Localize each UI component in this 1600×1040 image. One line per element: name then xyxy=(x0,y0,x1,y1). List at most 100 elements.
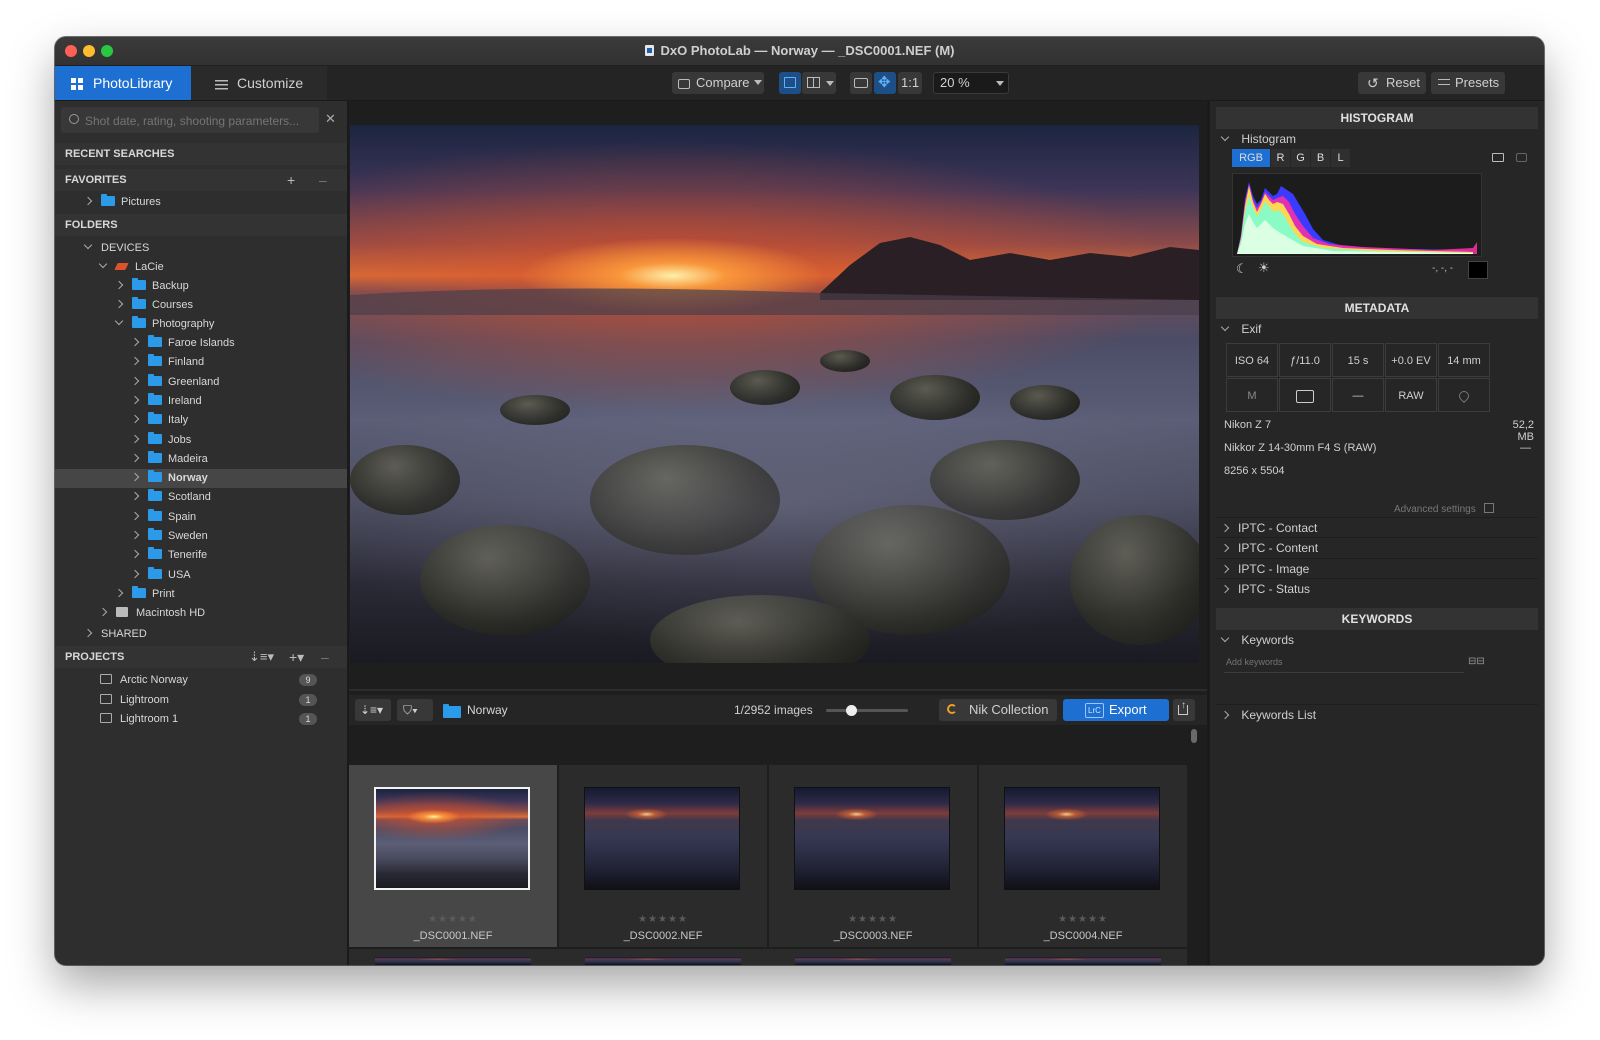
tree-courses[interactable]: Courses xyxy=(114,296,193,314)
highlight-clipping-icon[interactable]: ☀ xyxy=(1258,260,1270,276)
split-view-button[interactable] xyxy=(802,72,836,94)
tree-folder-italy[interactable]: Italy xyxy=(130,411,188,429)
tree-folder-norway[interactable]: Norway xyxy=(130,469,208,487)
reset-button[interactable]: ↺ Reset xyxy=(1358,72,1426,94)
histogram-subheader[interactable]: Histogram xyxy=(1216,129,1538,149)
thumbnail-size-slider[interactable] xyxy=(826,705,908,716)
keywords-subheader[interactable]: Keywords xyxy=(1216,630,1538,650)
compare-button[interactable]: Compare xyxy=(672,72,764,94)
thumbnail-image[interactable] xyxy=(794,787,950,890)
channel-button-r[interactable]: R xyxy=(1271,149,1290,167)
fit-screen-button[interactable] xyxy=(850,72,872,94)
rating-stars[interactable]: ★★★★★ xyxy=(979,914,1187,925)
search-input[interactable] xyxy=(83,111,317,131)
channel-button-g[interactable]: G xyxy=(1291,149,1310,167)
tree-folder-usa[interactable]: USA xyxy=(130,566,191,584)
thumbnail-image[interactable] xyxy=(795,957,951,965)
channel-button-l[interactable]: L xyxy=(1331,149,1350,167)
channel-button-rgb[interactable]: RGB xyxy=(1232,149,1270,167)
iptc-section-content[interactable]: IPTC - Content xyxy=(1216,537,1538,558)
add-keywords-input[interactable] xyxy=(1224,652,1464,673)
thumbnail-image[interactable] xyxy=(374,787,530,890)
filter-button[interactable]: ⛉▾ xyxy=(397,699,433,721)
thumbnail-image[interactable] xyxy=(1005,957,1161,965)
tree-shared[interactable]: SHARED xyxy=(83,625,147,643)
keywords-header[interactable]: KEYWORDS xyxy=(1216,608,1538,630)
nik-collection-button[interactable]: Nik Collection xyxy=(939,699,1057,721)
tree-print[interactable]: Print xyxy=(114,585,175,603)
tree-backup[interactable]: Backup xyxy=(114,277,189,295)
remove-project-icon[interactable]: – xyxy=(321,646,329,668)
thumbnail-filename: _DSC0003.NEF xyxy=(833,930,913,942)
tree-folder-tenerife[interactable]: Tenerife xyxy=(130,546,207,564)
rating-stars[interactable]: ★★★★★ xyxy=(769,914,977,925)
tree-folder-greenland[interactable]: Greenland xyxy=(130,373,219,391)
move-tool-button[interactable]: ✥ xyxy=(874,72,896,94)
search-box[interactable] xyxy=(61,107,319,133)
clear-search-icon[interactable]: ✕ xyxy=(325,111,336,127)
channel-button-b[interactable]: B xyxy=(1311,149,1330,167)
thumbnail-image[interactable] xyxy=(584,787,740,890)
presets-button[interactable]: Presets xyxy=(1431,72,1505,94)
iptc-section-image[interactable]: IPTC - Image xyxy=(1216,557,1538,579)
tree-devices[interactable]: DEVICES xyxy=(83,239,149,257)
sort-button[interactable]: ⇣≡▾ xyxy=(355,699,391,721)
thumbnail-cell[interactable]: ★★★★★ _DSC0002.NEF xyxy=(559,765,767,947)
thumbnail-image[interactable] xyxy=(1004,787,1160,890)
thumbnail-cell[interactable]: ★★★★★ _DSC0004.NEF xyxy=(979,765,1187,947)
one-to-one-button[interactable]: 1:1 xyxy=(898,72,922,94)
exif-subheader[interactable]: Exif xyxy=(1216,319,1538,339)
rating-stars[interactable]: ★★★★★ xyxy=(349,914,557,925)
zoom-select[interactable]: 20 % xyxy=(933,72,1009,94)
projects-header[interactable]: PROJECTS ⇣≡▾ +▾ – xyxy=(55,646,347,668)
filmstrip-scrollbar[interactable] xyxy=(1191,729,1197,743)
folders-header[interactable]: FOLDERS xyxy=(55,214,347,236)
remove-favorite-icon[interactable]: – xyxy=(319,169,327,191)
monitor-icon[interactable] xyxy=(1492,153,1504,162)
tree-folder-ireland[interactable]: Ireland xyxy=(130,392,202,410)
thumbnail-image[interactable] xyxy=(375,957,531,965)
tree-lacie[interactable]: LaCie xyxy=(98,258,164,276)
rating-stars[interactable]: ★★★★★ xyxy=(559,914,767,925)
tree-folder-jobs[interactable]: Jobs xyxy=(130,431,191,449)
project-item[interactable]: Lightroom 1 xyxy=(100,691,335,709)
single-view-button[interactable] xyxy=(779,72,801,94)
keywords-list-row[interactable]: Keywords List xyxy=(1216,704,1538,725)
tree-folder-sweden[interactable]: Sweden xyxy=(130,527,208,545)
add-project-icon[interactable]: +▾ xyxy=(289,646,304,668)
folder-icon xyxy=(148,528,162,540)
shadow-clipping-icon[interactable]: ☾ xyxy=(1236,261,1248,277)
thumbnail-cell[interactable]: ★★★★★ _DSC0001.NEF xyxy=(349,765,557,947)
tab-photolibrary[interactable]: PhotoLibrary xyxy=(55,66,191,100)
color-swatch xyxy=(1468,261,1488,279)
keyword-hierarchy-icon[interactable]: ⊟⊟ xyxy=(1468,656,1485,667)
main-photo[interactable] xyxy=(350,125,1199,663)
recent-searches-header[interactable]: RECENT SEARCHES xyxy=(55,143,347,165)
iptc-section-contact[interactable]: IPTC - Contact xyxy=(1216,517,1538,538)
metadata-header[interactable]: METADATA xyxy=(1216,297,1538,319)
export-button[interactable]: LrC Export xyxy=(1063,699,1169,721)
tree-folder-spain[interactable]: Spain xyxy=(130,508,196,526)
add-favorite-icon[interactable]: + xyxy=(287,169,295,191)
histogram-header[interactable]: HISTOGRAM xyxy=(1216,107,1538,129)
iptc-section-status[interactable]: IPTC - Status xyxy=(1216,577,1538,599)
advanced-settings-link[interactable]: Advanced settings xyxy=(1394,503,1494,515)
project-item[interactable]: Lightroom 1 1 xyxy=(100,710,335,728)
favorite-item-pictures[interactable]: Pictures xyxy=(83,193,161,211)
filmstrip-divider[interactable] xyxy=(349,689,1207,691)
thumbnail-image[interactable] xyxy=(585,957,741,965)
printer-icon[interactable] xyxy=(1516,153,1527,162)
sort-icon[interactable]: ⇣≡▾ xyxy=(249,646,274,668)
tree-macintosh-hd[interactable]: Macintosh HD xyxy=(98,604,205,622)
tab-customize[interactable]: Customize xyxy=(191,66,327,100)
tree-photography[interactable]: Photography xyxy=(114,315,214,333)
thumbnail-cell[interactable]: ★★★★★ _DSC0003.NEF xyxy=(769,765,977,947)
slider-knob[interactable] xyxy=(845,705,857,716)
tree-folder-madeira[interactable]: Madeira xyxy=(130,450,208,468)
project-item[interactable]: Arctic Norway 9 xyxy=(100,671,335,689)
share-button[interactable]: ↑ xyxy=(1173,699,1195,721)
tree-folder-faroe-islands[interactable]: Faroe Islands xyxy=(130,334,235,352)
favorites-header[interactable]: FAVORITES + – xyxy=(55,169,347,191)
tree-folder-finland[interactable]: Finland xyxy=(130,353,204,371)
tree-folder-scotland[interactable]: Scotland xyxy=(130,488,211,506)
